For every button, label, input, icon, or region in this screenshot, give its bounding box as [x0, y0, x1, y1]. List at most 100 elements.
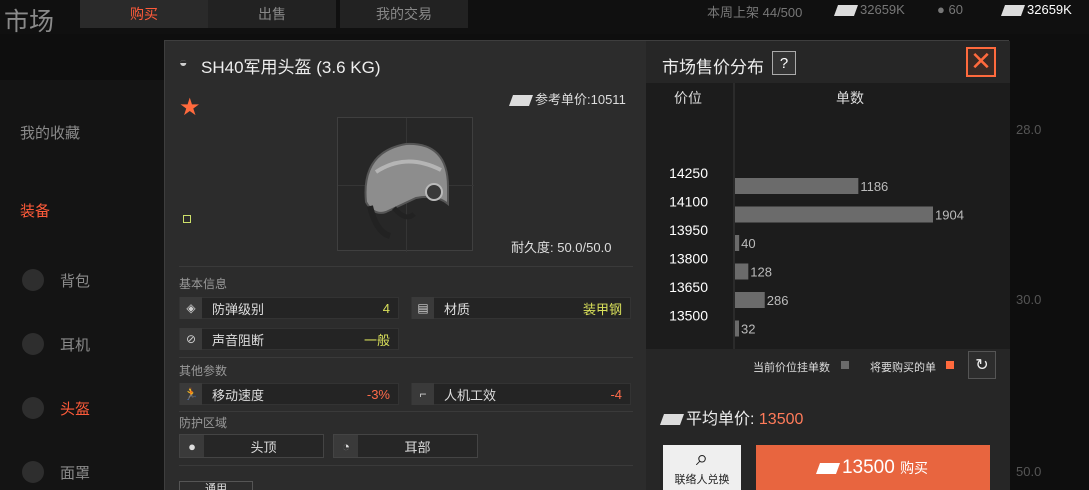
money-icon	[833, 5, 859, 17]
money-icon	[659, 414, 685, 426]
money-icon	[508, 95, 534, 107]
help-button[interactable]: ?	[772, 51, 796, 75]
average-price-label: 平均单价:	[686, 411, 755, 428]
sidebar-item-label: 头盔	[60, 400, 91, 418]
sidebar-item-label: 面罩	[60, 464, 91, 482]
shield-icon: ◈	[180, 297, 202, 319]
item-title: SH40军用头盔 (3.6 KG)	[201, 58, 381, 77]
attr-label: 防弹级别	[212, 301, 265, 317]
tab-general[interactable]: 通用	[179, 481, 253, 490]
price-bar	[735, 320, 739, 337]
legend-current-swatch	[841, 361, 849, 369]
legend-current: 当前价位挂单数	[753, 362, 830, 374]
attr-value: 一般	[363, 332, 390, 348]
sidebar-item-headset[interactable]: 耳机	[0, 314, 165, 374]
tab-sell[interactable]: 出售	[208, 0, 336, 28]
helmet-icon: ◒	[179, 54, 188, 70]
wallet-value: 32659K	[1027, 2, 1072, 17]
currency-display: 32659K	[833, 2, 905, 17]
section-divider	[179, 357, 633, 358]
sidebar-item-mask[interactable]: 面罩	[0, 442, 165, 490]
attr-label: 人机工效	[444, 387, 497, 403]
attr-move-speed: 🏃 移动速度 -3%	[179, 383, 399, 405]
bar-value-label: 128	[750, 265, 772, 280]
price-bar	[735, 292, 765, 308]
sidebar-item-equipment[interactable]: 装备	[0, 180, 165, 240]
price-bar	[735, 235, 740, 251]
sidebar-item-backpack[interactable]: 背包	[0, 250, 165, 310]
buy-price: 13500	[841, 457, 895, 478]
bg-stat-value: 50.0	[1016, 464, 1042, 479]
money-icon	[1000, 5, 1026, 17]
refresh-button[interactable]: ↻	[968, 351, 996, 379]
sidebar-item-helmet[interactable]: 头盔	[0, 378, 165, 438]
item-detail-panel: ◒ SH40军用头盔 (3.6 KG) ★ 参考单价:10511 耐久度: 50…	[165, 41, 646, 490]
favorite-star-icon[interactable]: ★	[179, 93, 201, 122]
bar-value-label: 32	[741, 322, 755, 337]
zone-label: 头顶	[250, 439, 277, 455]
coin-display: ● 60	[937, 2, 963, 17]
bg-stat-value: 28.0	[1016, 122, 1042, 137]
bar-value-label: 286	[767, 293, 789, 308]
section-protect-zone: 防护区域	[179, 416, 228, 430]
buy-button[interactable]: 13500 购买	[756, 445, 990, 490]
average-price: 平均单价: 13500	[659, 405, 804, 429]
tab-my-trades[interactable]: 我的交易	[340, 0, 468, 28]
buy-label: 购买	[900, 460, 929, 476]
quality-indicator-icon	[183, 215, 191, 223]
coin-value: 60	[948, 2, 963, 17]
sidebar-item-label: 耳机	[60, 336, 91, 354]
reference-price-label: 参考单价:10511	[535, 92, 626, 107]
reference-price: 参考单价:10511	[508, 89, 626, 108]
attr-value: 装甲钢	[582, 301, 622, 317]
average-price-value: 13500	[758, 411, 804, 428]
price-tick-label: 13950	[669, 222, 708, 238]
sidebar-item-label: 我的收藏	[20, 124, 81, 142]
helmet-icon	[22, 397, 44, 419]
close-button[interactable]: ✕	[966, 47, 996, 77]
price-bar	[735, 263, 749, 280]
search-icon: ⌕	[695, 445, 709, 470]
section-other-params: 其他参数	[179, 364, 228, 378]
price-bar	[735, 206, 933, 223]
chart-svg: 价位 单数 14250 14100 13950 13800 13650 13500 1186 19…	[669, 83, 964, 349]
price-tick-label: 14100	[669, 194, 708, 210]
contact-exchange-button[interactable]: ⌕ 联络人兑换	[663, 445, 741, 490]
chart-legend: 当前价位挂单数 将要购买的单	[646, 351, 1010, 381]
attr-ergonomics: ⌐ 人机工效 -4	[411, 383, 631, 405]
attr-label: 声音阻断	[212, 332, 265, 348]
weekly-listing-count: 本周上架 44/500	[707, 5, 803, 20]
price-tick-label: 13650	[669, 279, 708, 295]
currency-value: 32659K	[860, 2, 905, 17]
section-divider	[179, 465, 633, 466]
headset-icon	[22, 333, 44, 355]
section-divider	[179, 411, 633, 412]
attr-armor-class: ◈ 防弹级别 4	[179, 297, 399, 319]
backpack-icon	[22, 269, 44, 291]
bar-value-label: 1186	[860, 179, 888, 194]
durability: 耐久度: 50.0/50.0	[511, 240, 612, 255]
tab-buy[interactable]: 购买	[80, 0, 208, 28]
zone-label: 耳部	[404, 439, 431, 455]
money-icon	[815, 462, 840, 474]
refresh-icon: ↻	[975, 357, 989, 374]
section-basic-info: 基本信息	[179, 277, 228, 291]
head-icon: ●	[180, 435, 204, 457]
legend-want-swatch	[946, 361, 954, 369]
bar-value-label: 40	[741, 236, 755, 251]
sidebar-item-favorites[interactable]: 我的收藏	[0, 102, 165, 162]
gun-icon: ⌐	[412, 383, 434, 405]
helmet-image	[364, 142, 449, 239]
attr-value: -4	[610, 386, 622, 402]
attr-value: 4	[382, 300, 390, 316]
bg-stat-value: 30.0	[1016, 292, 1042, 307]
run-icon: 🏃	[180, 383, 202, 405]
attr-value: -3%	[366, 386, 390, 402]
attr-sound-block: ⊘ 声音阻断 一般	[179, 328, 399, 350]
sound-block-icon: ⊘	[180, 328, 202, 350]
mask-icon	[22, 461, 44, 483]
attr-label: 材质	[444, 301, 471, 317]
attr-label: 移动速度	[212, 387, 265, 403]
coin-icon: ●	[937, 2, 945, 17]
market-distribution-title: 市场售价分布	[662, 58, 764, 77]
